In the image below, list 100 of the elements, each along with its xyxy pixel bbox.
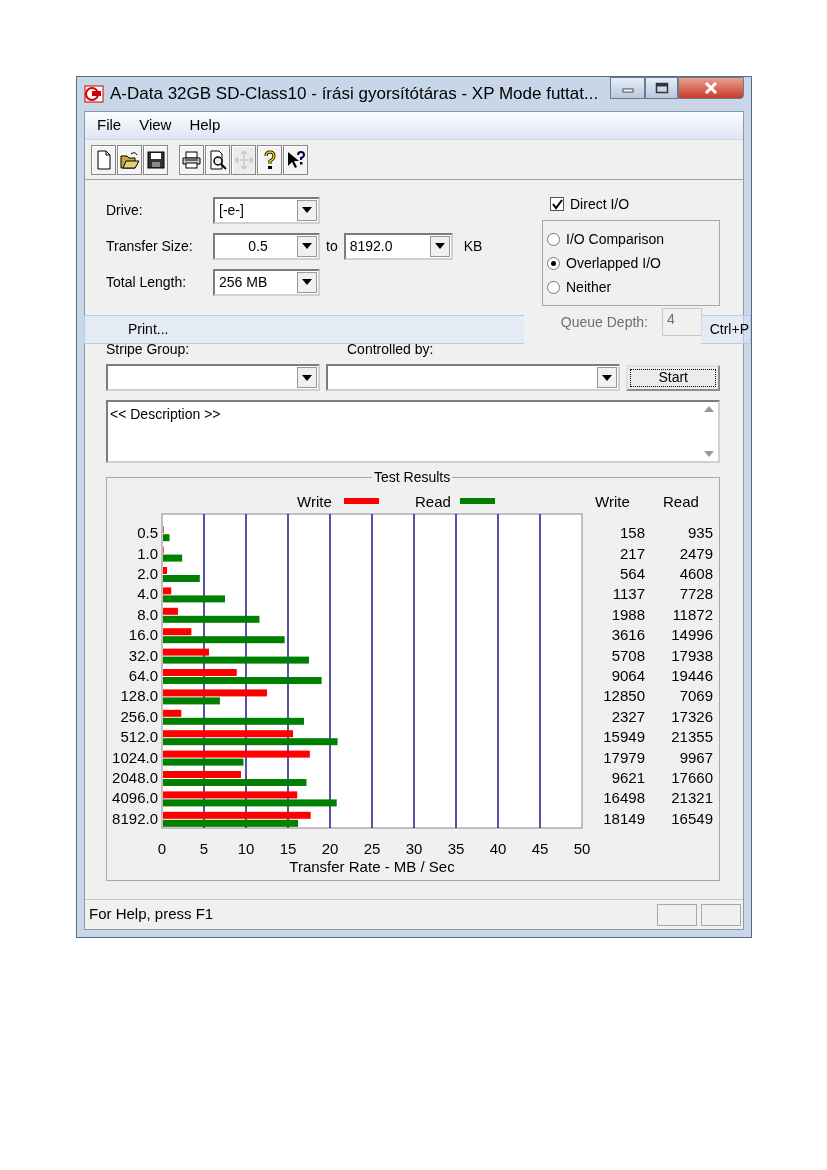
move-arrows-icon (233, 149, 254, 170)
dropdown[interactable] (106, 364, 320, 391)
caret-icon (302, 243, 312, 249)
maximize-icon (654, 82, 669, 94)
dropdown[interactable]: [-e-] (213, 196, 320, 224)
description-box[interactable]: << Description >> (106, 400, 720, 463)
table-cell: 7069 (679, 687, 713, 705)
category-label: 0.5 (137, 524, 158, 542)
category-label: 1.0 (137, 544, 158, 562)
toolbar-button[interactable] (283, 144, 308, 175)
start-button[interactable]: Start (626, 364, 720, 391)
caret-icon (302, 279, 312, 285)
caret-icon (301, 374, 312, 381)
table-cell: 19446 (671, 667, 713, 684)
dropdown-arrow-button[interactable] (597, 367, 618, 388)
status-text: For Help, press F1 (89, 904, 214, 925)
dropdown-arrow-button[interactable] (297, 271, 317, 293)
tick-label: 45 (531, 840, 549, 857)
tick-label: 30 (405, 840, 423, 857)
window-title: A-Data 32GB SD-Class10 - írási gyorsítótáras - XP Mode futtat... (110, 83, 599, 106)
category-label: 8.0 (137, 605, 158, 623)
table-cell: 9967 (679, 748, 713, 766)
caret-icon (602, 374, 613, 381)
category-label: 4096.0 (112, 789, 158, 807)
category-label: 128.0 (120, 687, 158, 705)
table-cell: 16549 (671, 809, 713, 827)
category-label: 32.0 (128, 646, 158, 664)
category-label: 512.0 (120, 728, 158, 746)
dropdown[interactable]: 256 MB (213, 268, 320, 296)
menu-item[interactable]: File (89, 112, 130, 139)
column-header: Read (663, 493, 699, 510)
table-cell: 935 (687, 524, 713, 542)
category-label: 4.0 (137, 585, 158, 603)
table-cell: 1137 (612, 585, 645, 603)
toolbar-button[interactable] (257, 144, 282, 175)
checkbox[interactable] (550, 197, 564, 211)
minimize-button[interactable] (610, 77, 645, 99)
tick-label: 35 (447, 840, 465, 857)
radio-label: I/O Comparison (566, 229, 665, 249)
menu-item[interactable]: Help (181, 112, 229, 139)
dropdown-arrow-button[interactable] (429, 235, 450, 257)
column-header: Write (595, 493, 630, 510)
axis-title: Transfer Rate - MB / Sec (289, 858, 455, 875)
table-cell: 21321 (671, 789, 713, 807)
table-cell: 4608 (679, 565, 713, 582)
toolbar-button[interactable] (205, 144, 230, 175)
field-label: Total Length: (106, 272, 188, 292)
scroll-up-icon[interactable] (704, 406, 714, 412)
dropdown[interactable]: 8192.0 (343, 232, 453, 260)
table-cell: 9621 (611, 769, 645, 786)
description-text: << Description >> (109, 405, 222, 424)
category-label: 1024.0 (112, 748, 158, 766)
dropdown-arrow-button[interactable] (297, 235, 317, 257)
table-cell: 7728 (679, 585, 713, 603)
status-panel (657, 903, 697, 926)
dropdown-arrow-button[interactable] (297, 199, 317, 221)
shortcut-label: Ctrl+P (701, 315, 751, 344)
legend-label: Read (415, 493, 451, 510)
toolbar-button[interactable] (117, 144, 142, 175)
close-icon (704, 82, 718, 94)
table-cell: 14996 (671, 626, 713, 644)
check-icon (551, 198, 563, 210)
category-label: 2048.0 (112, 769, 158, 786)
dropdown[interactable] (325, 364, 621, 391)
radio-button[interactable] (547, 256, 560, 270)
maximize-button[interactable] (645, 77, 678, 99)
context-help-icon (285, 149, 306, 170)
scroll-down-icon[interactable] (704, 451, 714, 457)
table-cell: 3616 (611, 626, 645, 644)
legend-label: Write (297, 493, 332, 510)
printer-icon (181, 149, 202, 170)
table-cell: 17660 (671, 769, 713, 786)
table-cell: 17326 (671, 707, 713, 725)
table-cell: 564 (619, 565, 645, 582)
radio-button[interactable] (547, 280, 560, 294)
field-label: Queue Depth: (560, 312, 648, 332)
table-cell: 2327 (611, 707, 645, 725)
table-cell: 2479 (679, 544, 713, 562)
field-label: Drive: (106, 200, 144, 220)
radio-button[interactable] (547, 232, 560, 246)
toolbar-button[interactable] (179, 144, 204, 175)
field-label: to (326, 236, 338, 256)
menu-item[interactable]: View (131, 112, 180, 139)
tick-label: 15 (279, 840, 297, 857)
table-cell: 15949 (603, 728, 645, 746)
tick-label: 5 (199, 840, 209, 857)
table-cell: 9064 (611, 667, 645, 684)
toolbar-button[interactable] (143, 144, 168, 175)
category-label: 256.0 (120, 707, 158, 725)
table-cell: 17938 (671, 646, 713, 664)
dropdown-arrow-button[interactable] (296, 367, 317, 388)
dropdown[interactable]: 0.5 (213, 232, 320, 260)
category-label: 16.0 (128, 626, 158, 644)
tick-label: 10 (237, 840, 255, 857)
caret-icon (434, 243, 445, 249)
menu-item[interactable]: Print... (84, 315, 524, 344)
category-label: 8192.0 (112, 809, 158, 827)
close-button[interactable] (678, 77, 744, 99)
table-cell: 217 (619, 544, 645, 562)
category-label: 2.0 (137, 565, 158, 582)
